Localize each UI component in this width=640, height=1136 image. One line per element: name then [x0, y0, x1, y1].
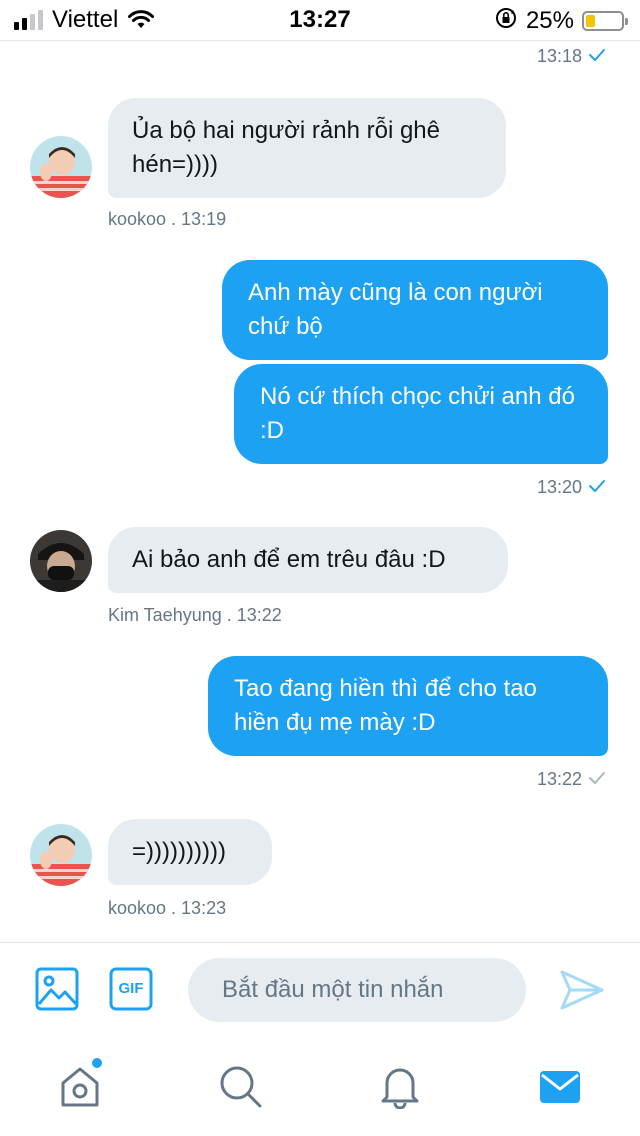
gif-button[interactable]: GIF [108, 966, 154, 1012]
message-bubble-incoming[interactable]: =)))))))))) [108, 819, 272, 885]
avatar-kookoo[interactable] [30, 824, 92, 886]
status-right: 25% [494, 6, 628, 35]
status-bar: Viettel 13:27 25% [0, 0, 640, 40]
battery-percent: 25% [525, 6, 574, 34]
bell-icon [381, 1068, 419, 1109]
tab-home[interactable] [56, 1056, 104, 1110]
avatar-kim-taehyung[interactable] [30, 530, 92, 592]
message-meta-incoming: kookoo . 13:23 [108, 898, 227, 918]
message-bubble-outgoing[interactable]: Anh mày cũng là con người chứ bộ [222, 260, 608, 360]
message-meta-incoming: Kim Taehyung . 13:22 [108, 605, 282, 625]
message-meta-outgoing: 13:18 [537, 46, 606, 67]
message-input[interactable]: Bắt đầu một tin nhắn [188, 958, 526, 1022]
message-bubble-incoming[interactable]: Ai bảo anh để em trêu đâu :D [108, 527, 508, 593]
battery-icon [582, 10, 628, 31]
message-time: 13:18 [536, 46, 582, 66]
composer-divider [0, 942, 640, 943]
message-text: Ủa bộ hai người rảnh rỗi ghê hén=)))) [132, 117, 440, 178]
gif-label: GIF [118, 980, 144, 997]
message-input-placeholder: Bắt đầu một tin nhắn [222, 976, 444, 1003]
mail-icon [540, 1071, 580, 1103]
rotation-lock-icon [494, 6, 518, 35]
message-text: Ai bảo anh để em trêu đâu :D [132, 546, 446, 573]
message-time: 13:22 [536, 769, 582, 789]
message-text: =)))))))))) [132, 838, 226, 865]
message-text: Nó cứ thích chọc chửi anh đó :D [260, 383, 575, 444]
message-meta-outgoing: 13:20 [537, 477, 606, 498]
message-text: Tao đang hiền thì để cho tao hiền đụ mẹ … [234, 675, 537, 736]
tab-search[interactable] [216, 1062, 264, 1110]
message-text: Anh mày cũng là con người chứ bộ [248, 279, 543, 340]
header-divider [0, 40, 640, 41]
avatar-kookoo[interactable] [30, 136, 92, 198]
sent-check-icon [588, 769, 606, 790]
send-icon[interactable] [558, 966, 606, 1014]
image-icon[interactable] [34, 966, 80, 1012]
message-time: 13:20 [536, 477, 582, 497]
message-meta-outgoing: 13:22 [537, 769, 606, 790]
battery-fill [586, 14, 595, 27]
message-bubble-outgoing[interactable]: Tao đang hiền thì để cho tao hiền đụ mẹ … [208, 656, 608, 756]
search-icon [220, 1066, 262, 1108]
read-check-icon [588, 46, 606, 67]
message-bubble-incoming[interactable]: Ủa bộ hai người rảnh rỗi ghê hén=)))) [108, 98, 506, 198]
read-check-icon [588, 477, 606, 498]
message-bubble-outgoing[interactable]: Nó cứ thích chọc chửi anh đó :D [234, 364, 608, 464]
notification-dot [90, 1056, 104, 1070]
tab-notifications[interactable] [376, 1062, 424, 1110]
tab-messages[interactable] [536, 1062, 584, 1110]
message-meta-incoming: kookoo . 13:19 [108, 209, 227, 229]
